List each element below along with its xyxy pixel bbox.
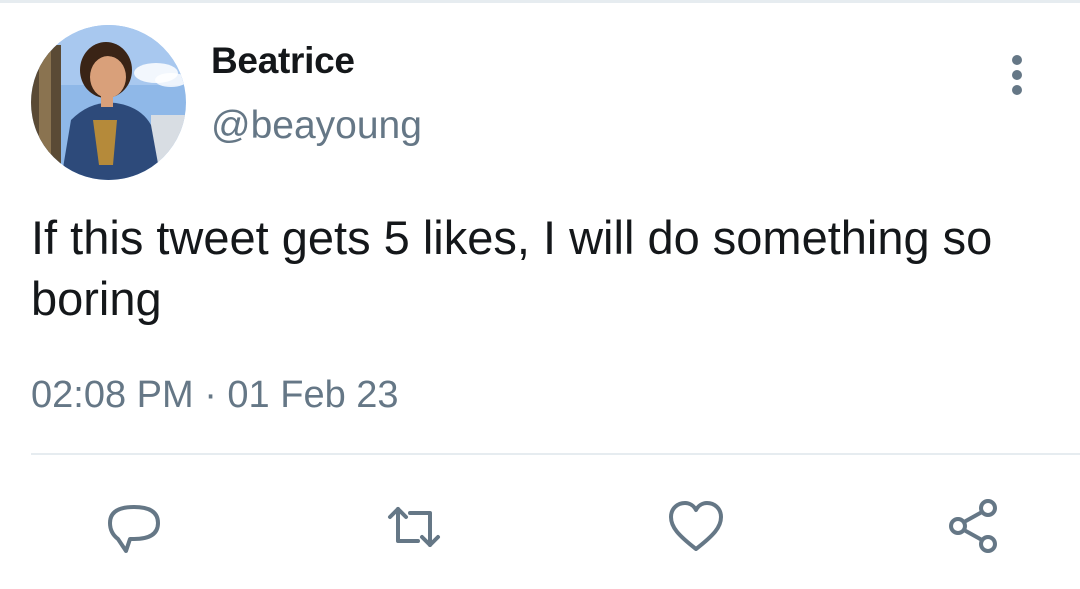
share-icon	[949, 499, 997, 553]
reply-button[interactable]	[104, 497, 164, 557]
share-button[interactable]	[945, 497, 1005, 557]
retweet-button[interactable]	[384, 497, 444, 557]
top-divider	[0, 0, 1080, 3]
tweet-timestamp[interactable]: 02:08 PM · 01 Feb 23	[31, 374, 399, 417]
display-name[interactable]: Beatrice	[211, 40, 355, 82]
tweet-text: If this tweet gets 5 likes, I will do so…	[31, 211, 993, 325]
reply-bubble-icon	[108, 505, 160, 553]
like-button[interactable]	[666, 497, 726, 557]
retweet-icon	[388, 507, 440, 547]
user-handle[interactable]: @beayoung	[211, 104, 422, 148]
more-options-button[interactable]	[1000, 52, 1034, 98]
more-vertical-icon	[1012, 55, 1022, 95]
avatar[interactable]	[31, 25, 186, 180]
heart-icon	[669, 501, 723, 551]
actions-divider	[31, 453, 1080, 455]
avatar-photo	[31, 25, 186, 180]
